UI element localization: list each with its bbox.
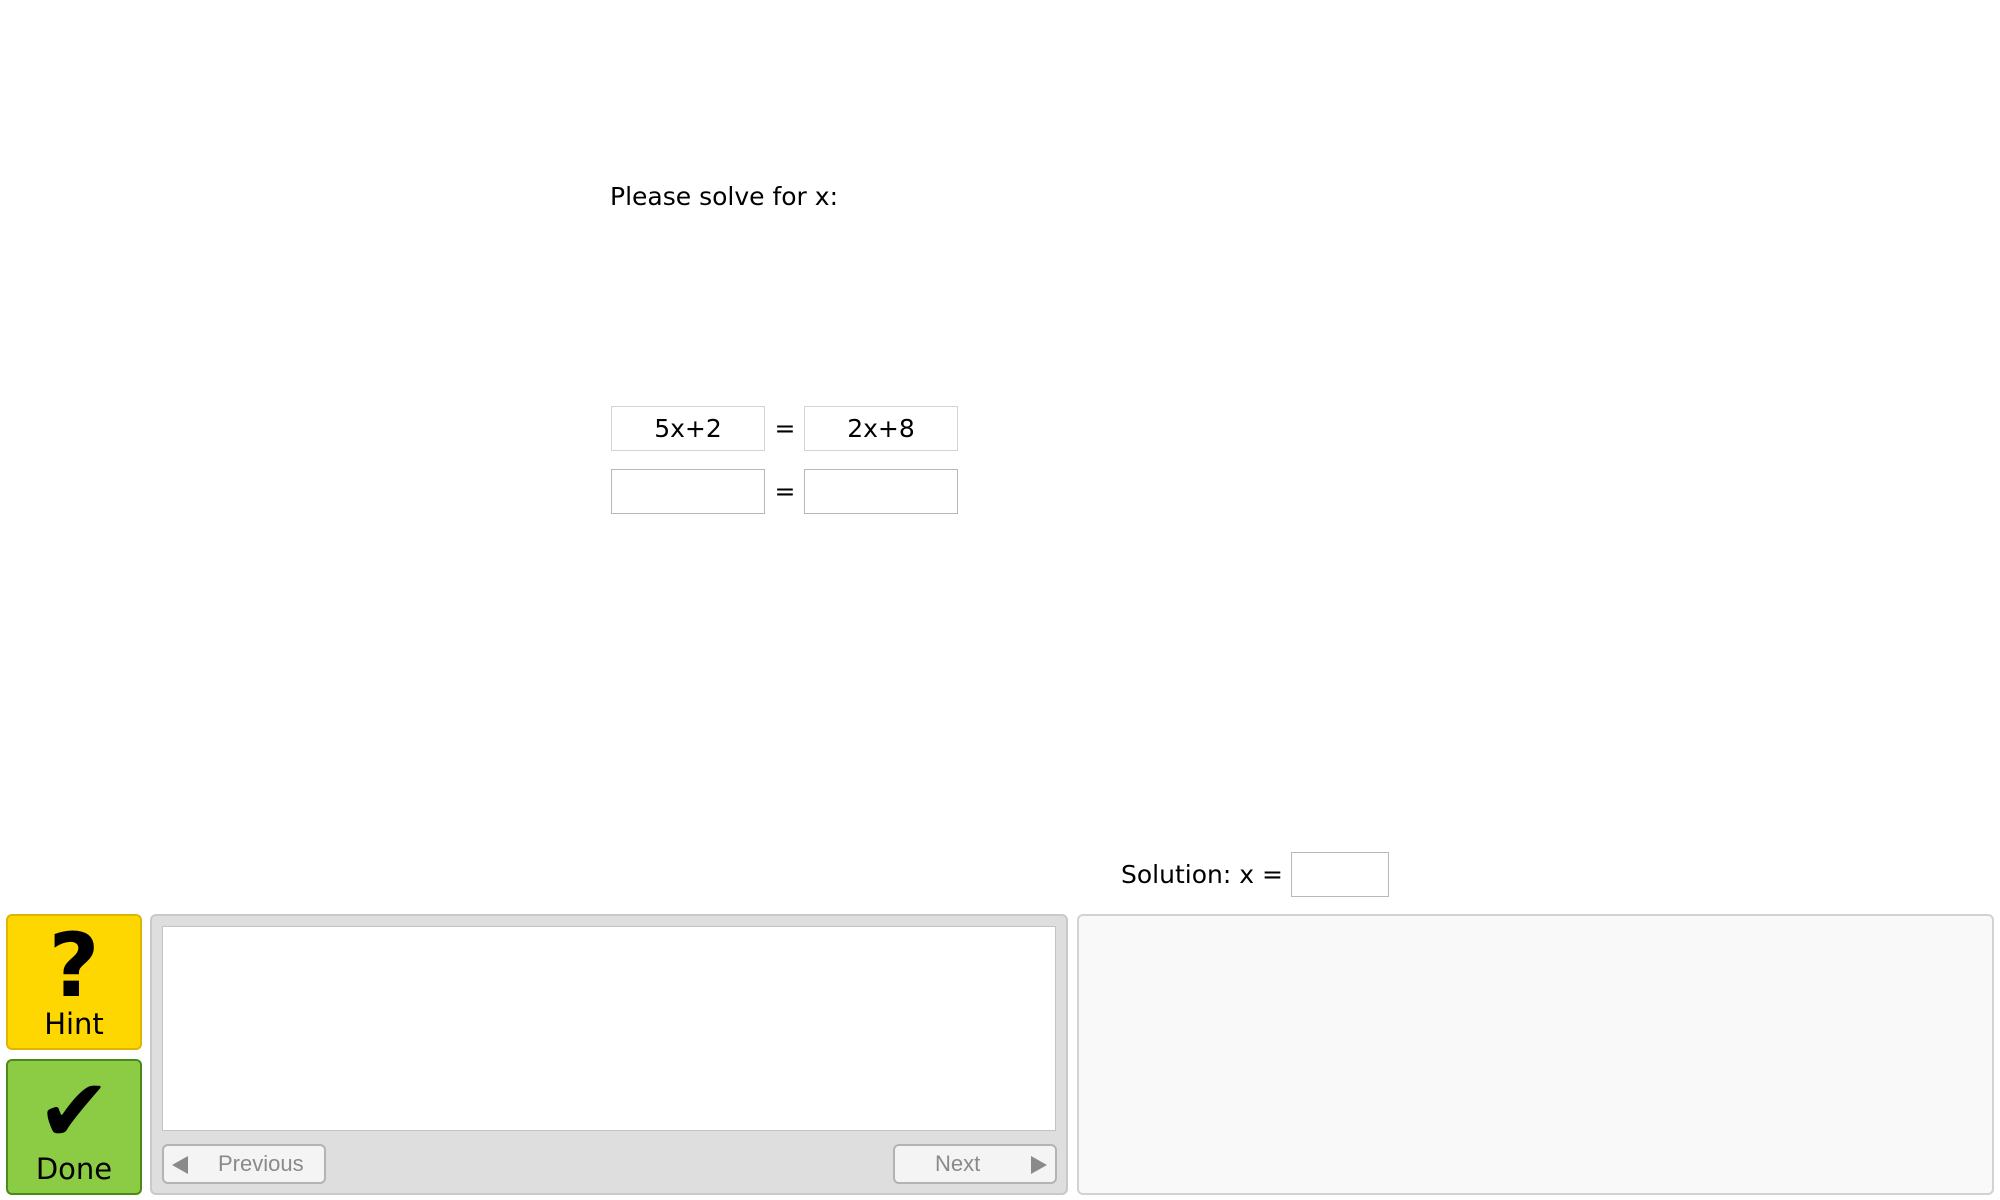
- equation-row2-right-input[interactable]: [804, 469, 958, 514]
- equation-row1-right: 2x+8: [804, 406, 958, 451]
- previous-button[interactable]: Previous: [162, 1144, 326, 1184]
- hint-button-label: Hint: [44, 1007, 104, 1041]
- solution-label: Solution: x =: [1121, 860, 1283, 889]
- hint-text-area: [162, 926, 1056, 1131]
- problem-prompt: Please solve for x:: [610, 182, 839, 211]
- equation-row2-equals: =: [774, 477, 796, 506]
- previous-button-label: Previous: [218, 1151, 304, 1176]
- equation-row1-left: 5x+2: [611, 406, 765, 451]
- question-mark-icon: ?: [48, 914, 100, 1017]
- hint-button[interactable]: ? Hint: [6, 914, 142, 1050]
- triangle-left-icon: [172, 1156, 188, 1174]
- equation-row1-equals: =: [774, 414, 796, 443]
- next-button[interactable]: Next: [893, 1144, 1057, 1184]
- equation-row2-left-input[interactable]: [611, 469, 765, 514]
- triangle-right-icon: [1031, 1156, 1047, 1174]
- solution-input[interactable]: [1291, 852, 1389, 897]
- next-button-label: Next: [935, 1151, 981, 1176]
- feedback-panel: [1077, 914, 1994, 1195]
- checkmark-icon: ✔: [37, 1059, 111, 1162]
- hint-panel: Previous Next: [150, 914, 1068, 1195]
- done-button-label: Done: [35, 1152, 113, 1186]
- done-button[interactable]: ✔ Done: [6, 1059, 142, 1195]
